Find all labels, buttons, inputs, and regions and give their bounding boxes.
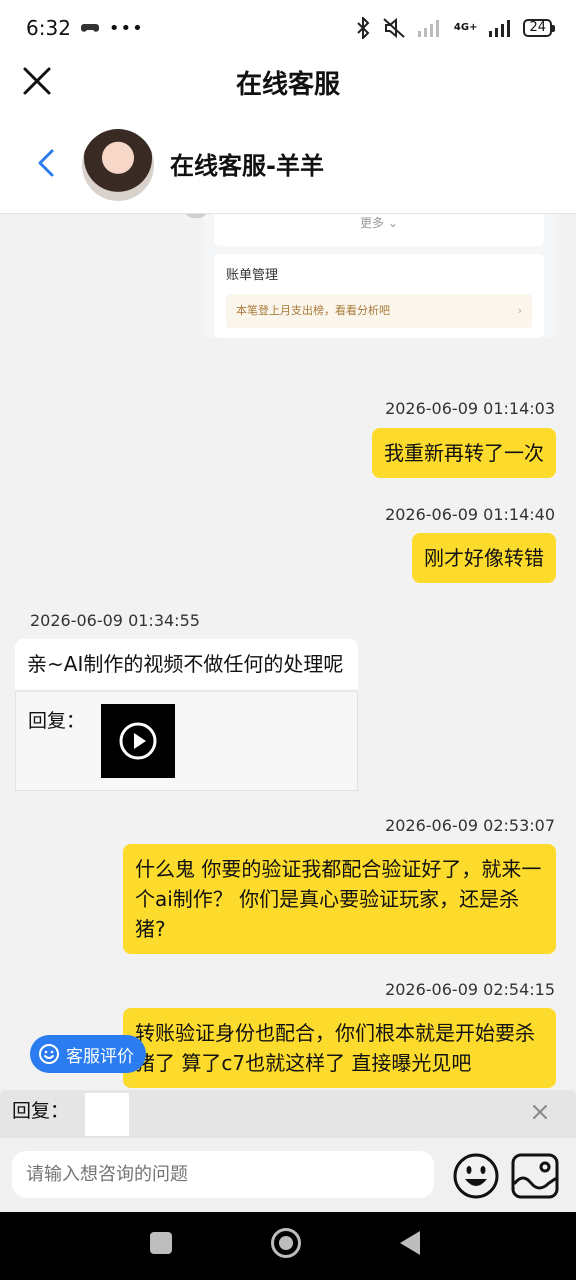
screenshot-decoration bbox=[184, 214, 208, 218]
mute-icon bbox=[383, 17, 405, 39]
back-icon[interactable] bbox=[400, 1231, 420, 1255]
my-message-bubble[interactable]: 什么鬼 你要的验证我都配合验证好了，就来一个ai制作？ 你们是真心要验证玩家，还… bbox=[123, 844, 556, 954]
agent-name: 在线客服-羊羊 bbox=[170, 152, 324, 180]
close-icon[interactable] bbox=[20, 64, 54, 98]
my-message-bubble[interactable]: 转账验证身份也配合，你们根本就是开始要杀猪了 算了c7也就这样了 直接曝光见吧 bbox=[123, 1008, 556, 1088]
screenshot-top-panel: 更多 ⌄ bbox=[184, 214, 544, 246]
screenshot-bill-tip: 本笔登上月支出榜，看看分析吧 › bbox=[226, 294, 532, 328]
status-time: 6:32 bbox=[26, 16, 71, 40]
agent-message-bubble[interactable]: 亲~AI制作的视频不做任何的处理呢 bbox=[15, 639, 358, 689]
smile-icon bbox=[39, 1044, 59, 1064]
my-message-bubble[interactable]: 我重新再转了一次 bbox=[372, 428, 556, 478]
quoted-reply: 回复： bbox=[15, 691, 358, 791]
input-bar bbox=[0, 1138, 576, 1212]
network-type: 4G+ bbox=[453, 22, 478, 33]
status-bar: 6:32 ••• 4G+ 24 bbox=[0, 0, 576, 56]
message-timestamp: 2026-06-09 02:53:07 bbox=[385, 816, 555, 835]
video-thumbnail[interactable] bbox=[101, 704, 175, 778]
agent-avatar bbox=[82, 129, 154, 201]
my-message-bubble[interactable]: 刚才好像转错 bbox=[412, 533, 556, 583]
more-notifications-icon: ••• bbox=[108, 17, 144, 39]
game-controller-icon bbox=[80, 24, 99, 32]
message-timestamp: 2026-06-09 01:14:03 bbox=[385, 399, 555, 418]
screenshot-bill-title: 账单管理 bbox=[226, 268, 279, 283]
close-icon[interactable] bbox=[530, 1102, 550, 1122]
screenshot-more-label: 更多 ⌄ bbox=[360, 216, 398, 230]
screenshot-bill-panel: 账单管理 本笔登上月支出榜，看看分析吧 › bbox=[214, 254, 544, 338]
image-icon[interactable] bbox=[511, 1153, 559, 1199]
agent-header: 在线客服-羊羊 bbox=[0, 108, 576, 214]
reply-preview-bar: 回复： bbox=[0, 1090, 576, 1138]
reply-preview-thumbnail bbox=[85, 1093, 129, 1136]
emoji-icon[interactable] bbox=[452, 1152, 500, 1200]
back-arrow-icon[interactable] bbox=[34, 148, 58, 178]
rate-service-button[interactable]: 客服评价 bbox=[30, 1035, 146, 1073]
bluetooth-icon bbox=[357, 17, 370, 39]
message-timestamp: 2026-06-09 02:54:15 bbox=[385, 980, 555, 999]
chat-history[interactable]: 更多 ⌄ 账单管理 本笔登上月支出榜，看看分析吧 › 2026-06-09 01:… bbox=[0, 214, 576, 1090]
recent-apps-icon[interactable] bbox=[150, 1232, 172, 1254]
signal-strong-icon bbox=[489, 20, 511, 37]
message-input[interactable] bbox=[12, 1151, 434, 1198]
message-timestamp: 2026-06-09 01:14:40 bbox=[385, 505, 555, 524]
home-icon[interactable] bbox=[271, 1228, 301, 1258]
system-nav-bar bbox=[0, 1212, 576, 1280]
chevron-right-icon: › bbox=[517, 304, 522, 317]
signal-weak-icon bbox=[417, 20, 439, 37]
page-title: 在线客服 bbox=[235, 69, 340, 100]
shared-screenshot[interactable]: 更多 ⌄ 账单管理 本笔登上月支出榜，看看分析吧 › bbox=[184, 214, 556, 338]
rate-service-label: 客服评价 bbox=[66, 1046, 134, 1067]
reply-preview-label: 回复： bbox=[12, 1100, 70, 1122]
play-icon bbox=[119, 722, 157, 760]
battery-icon: 24 bbox=[523, 19, 555, 37]
title-bar: 在线客服 bbox=[0, 56, 576, 108]
message-timestamp: 2026-06-09 01:34:55 bbox=[30, 611, 200, 630]
reply-label: 回复： bbox=[28, 710, 86, 732]
